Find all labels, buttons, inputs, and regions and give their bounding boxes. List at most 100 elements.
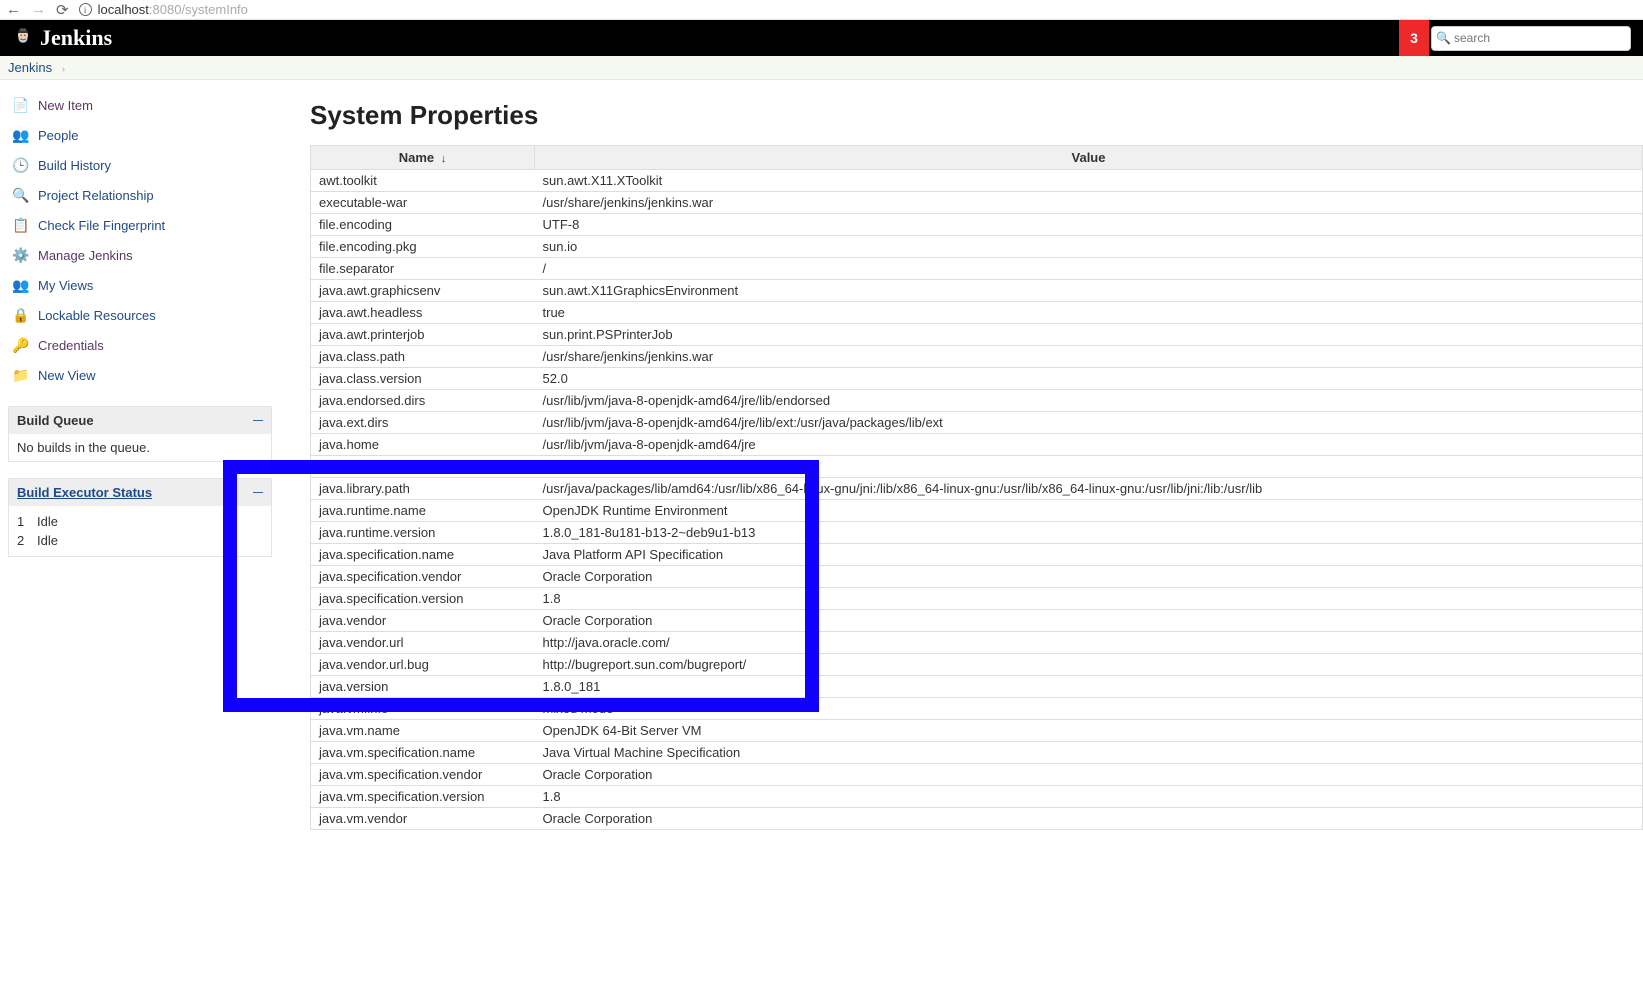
prop-name: java.class.path [311, 346, 535, 368]
views-icon: 👥 [12, 276, 30, 294]
prop-value: OpenJDK Runtime Environment [535, 500, 1643, 522]
sidebar-item[interactable]: 🔒 Lockable Resources [8, 300, 272, 330]
collapse-icon[interactable]: — [253, 415, 263, 426]
sidebar-item-label[interactable]: Check File Fingerprint [38, 218, 165, 233]
prop-name: java.awt.headless [311, 302, 535, 324]
sidebar-item-label[interactable]: Build History [38, 158, 111, 173]
back-button[interactable]: ← [6, 1, 21, 18]
reload-button[interactable]: ⟳ [56, 1, 69, 19]
prop-value: /usr/lib/jvm/java-8-openjdk-amd64/jre [535, 434, 1643, 456]
prop-name: java.awt.graphicsenv [311, 280, 535, 302]
prop-name: file.encoding.pkg [311, 236, 535, 258]
build-queue-title: Build Queue [17, 413, 94, 428]
prop-name: java.vm.specification.name [311, 742, 535, 764]
prop-value: OpenJDK 64-Bit Server VM [535, 720, 1643, 742]
prop-value: /tmp [535, 456, 1643, 478]
url-bar[interactable]: i localhost:8080/systemInfo [79, 2, 248, 17]
table-row: java.vendor.url.bughttp://bugreport.sun.… [311, 654, 1643, 676]
executor-pane: Build Executor Status — 1 Idle2 Idle [8, 478, 272, 557]
prop-value: Oracle Corporation [535, 808, 1643, 830]
sidebar-item-label[interactable]: My Views [38, 278, 93, 293]
table-row: java.home/usr/lib/jvm/java-8-openjdk-amd… [311, 434, 1643, 456]
prop-value: http://java.oracle.com/ [535, 632, 1643, 654]
table-row: java.library.path/usr/java/packages/lib/… [311, 478, 1643, 500]
sidebar-item[interactable]: 📄 New Item [8, 90, 272, 120]
sidebar: 📄 New Item 👥 People 🕒Build History🔍Project R… [0, 80, 280, 850]
prop-value: Java Platform API Specification [535, 544, 1643, 566]
executor-num: 2 [17, 533, 29, 548]
table-row: file.encoding.pkgsun.io [311, 236, 1643, 258]
sidebar-item[interactable]: 🔑Credentials [8, 330, 272, 360]
prop-name: java.vm.info [311, 698, 535, 720]
search-input[interactable] [1431, 26, 1631, 51]
breadcrumb-root[interactable]: Jenkins [8, 60, 52, 75]
col-header-value[interactable]: Value [535, 146, 1643, 170]
prop-value: 52.0 [535, 368, 1643, 390]
table-row: java.endorsed.dirs/usr/lib/jvm/java-8-op… [311, 390, 1643, 412]
people-icon: 👥 [12, 126, 30, 144]
new_item-icon: 📄 [12, 96, 30, 114]
prop-name: java.specification.name [311, 544, 535, 566]
sidebar-item-label[interactable]: Project Relationship [38, 188, 154, 203]
sidebar-item[interactable]: ⚙️Manage Jenkins [8, 240, 272, 270]
table-row: java.vm.specification.version1.8 [311, 786, 1643, 808]
sidebar-item[interactable]: 🕒Build History [8, 150, 272, 180]
sidebar-item[interactable]: 📁New View [8, 360, 272, 390]
executor-row: 2 Idle [17, 531, 263, 550]
prop-name: java.class.version [311, 368, 535, 390]
forward-button[interactable]: → [31, 1, 46, 18]
browser-chrome: ← → ⟳ i localhost:8080/systemInfo [0, 0, 1643, 20]
executor-num: 1 [17, 514, 29, 529]
search-icon: 🔍 [1436, 31, 1451, 45]
prop-value: /usr/lib/jvm/java-8-openjdk-amd64/jre/li… [535, 390, 1643, 412]
table-row: executable-war/usr/share/jenkins/jenkins… [311, 192, 1643, 214]
prop-value: /usr/lib/jvm/java-8-openjdk-amd64/jre/li… [535, 412, 1643, 434]
breadcrumb: Jenkins › [0, 56, 1643, 80]
collapse-icon[interactable]: — [253, 487, 263, 498]
table-row: java.vendorOracle Corporation [311, 610, 1643, 632]
sidebar-item[interactable]: 📋Check File Fingerprint [8, 210, 272, 240]
table-row: java.specification.vendorOracle Corporat… [311, 566, 1643, 588]
executor-state: Idle [37, 533, 58, 548]
info-icon[interactable]: i [79, 3, 92, 16]
lock-icon: 🔒 [12, 306, 30, 324]
search-box[interactable]: 🔍 [1431, 26, 1631, 51]
sidebar-item-label[interactable]: Manage Jenkins [38, 248, 133, 263]
table-row: java.specification.version1.8 [311, 588, 1643, 610]
sidebar-item-label[interactable]: New Item [38, 98, 93, 113]
logo[interactable]: Jenkins [12, 25, 112, 51]
build-queue-pane: Build Queue — No builds in the queue. [8, 406, 272, 462]
url-path: /systemInfo [181, 2, 247, 17]
sidebar-item[interactable]: 👥 My Views [8, 270, 272, 300]
sidebar-item-label[interactable]: New View [38, 368, 96, 383]
sort-indicator-icon: ↓ [441, 153, 447, 165]
table-row: awt.toolkitsun.awt.X11.XToolkit [311, 170, 1643, 192]
breadcrumb-separator: › [62, 64, 65, 75]
prop-name: java.vendor.url [311, 632, 535, 654]
prop-value: Java Virtual Machine Specification [535, 742, 1643, 764]
prop-name: java.vm.specification.version [311, 786, 535, 808]
build-queue-body: No builds in the queue. [9, 434, 271, 461]
table-row: java.awt.graphicsenvsun.awt.X11GraphicsE… [311, 280, 1643, 302]
logo-title: Jenkins [40, 25, 112, 51]
prop-value: Oracle Corporation [535, 566, 1643, 588]
col-header-name[interactable]: Name ↓ [311, 146, 535, 170]
table-row: file.separator/ [311, 258, 1643, 280]
prop-name: java.version [311, 676, 535, 698]
prop-name: java.vendor.url.bug [311, 654, 535, 676]
prop-name: java.runtime.name [311, 500, 535, 522]
sidebar-nav: 📄 New Item 👥 People 🕒Build History🔍Project R… [8, 90, 272, 390]
sidebar-item-label[interactable]: People [38, 128, 78, 143]
sidebar-item-label[interactable]: Credentials [38, 338, 104, 353]
sidebar-item-label[interactable]: Lockable Resources [38, 308, 156, 323]
prop-name: java.home [311, 434, 535, 456]
prop-name: file.encoding [311, 214, 535, 236]
sidebar-item[interactable]: 👥 People [8, 120, 272, 150]
sidebar-item[interactable]: 🔍Project Relationship [8, 180, 272, 210]
header: Jenkins 3 🔍 [0, 20, 1643, 56]
prop-name: java.io.tmpdir [311, 456, 535, 478]
executor-title[interactable]: Build Executor Status [17, 485, 152, 500]
table-row: java.vendor.urlhttp://java.oracle.com/ [311, 632, 1643, 654]
notification-badge[interactable]: 3 [1399, 20, 1429, 56]
table-row: java.specification.nameJava Platform API… [311, 544, 1643, 566]
